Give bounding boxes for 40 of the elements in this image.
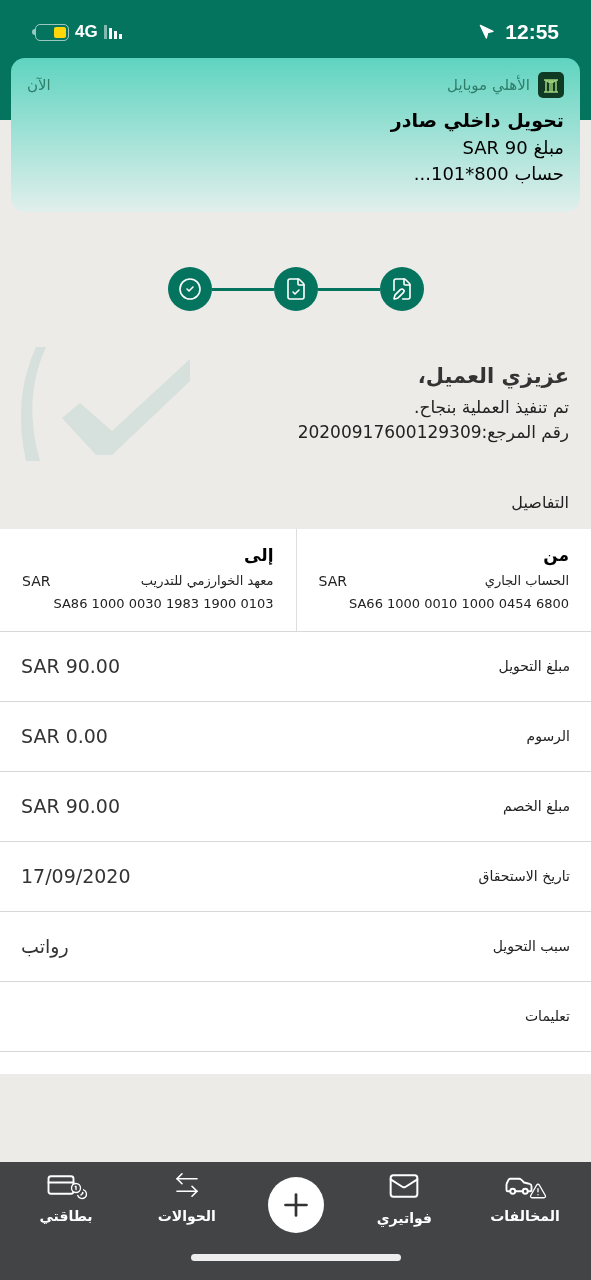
app-icon [538, 72, 564, 98]
battery-icon [32, 23, 69, 41]
detail-value: SAR 0.00 [21, 724, 108, 750]
iban: SA66 1000 0010 1000 0454 6800 [349, 594, 569, 613]
status-message: تم تنفيذ العملية بنجاح. [414, 395, 569, 420]
nav-tab[interactable]: بطاقتي [26, 1170, 106, 1227]
section-title: التفاصيل [511, 493, 569, 512]
notification-text: حساب 800*101... [412, 161, 564, 186]
nav-tab[interactable]: المخالفات [485, 1170, 565, 1227]
iban: SA86 1000 0030 1983 1900 0103 [53, 594, 274, 613]
detail-label: سبب التحويل [492, 937, 570, 957]
reference-number: رقم المرجع:20200917600129309 [297, 421, 569, 445]
detail-value: SAR 90.00 [21, 794, 121, 820]
detail-label: تعليمات [524, 1007, 570, 1026]
detail-label: مبلغ الخصم [503, 797, 570, 817]
notification-title: تحويل داخلي صادر [389, 108, 564, 134]
network-type: 4G [75, 21, 98, 44]
detail-label: مبلغ التحويل [498, 657, 570, 677]
notification-time: الآن [27, 74, 51, 96]
clock-time: 12:55 [505, 19, 559, 46]
account-name: معهد الخوارزمي للتدريب [140, 572, 274, 591]
greeting: عزيزي العميل، [417, 363, 569, 391]
detail-label: الرسوم [526, 727, 570, 747]
app-name: الأهلي موبايل [447, 74, 530, 97]
account-name: الحساب الجاري [484, 572, 569, 591]
location-arrow-icon [479, 24, 496, 40]
party-label: من [542, 544, 569, 568]
notification-card[interactable]: الأهلي موبايل الآن تحويل داخلي صادر مبلغ SAR 90 حساب 800*101... [11, 58, 580, 212]
detail-value: SAR 90.00 [21, 654, 121, 680]
check-icon [177, 277, 202, 301]
detail-value: رواتب [21, 934, 69, 960]
nav-tab[interactable]: فواتيري [364, 1170, 445, 1229]
notification-text: مبلغ SAR 90 [461, 135, 564, 161]
nav-tab[interactable]: الحوالات [146, 1170, 227, 1227]
party-label: إلى [243, 544, 274, 567]
account-currency: SAR [318, 571, 347, 591]
detail-label: تاريخ الاستحقاق [478, 867, 570, 887]
detail-value: 17/09/2020 [21, 864, 131, 890]
account-currency: SAR [22, 571, 51, 591]
signal-icon [103, 25, 122, 39]
